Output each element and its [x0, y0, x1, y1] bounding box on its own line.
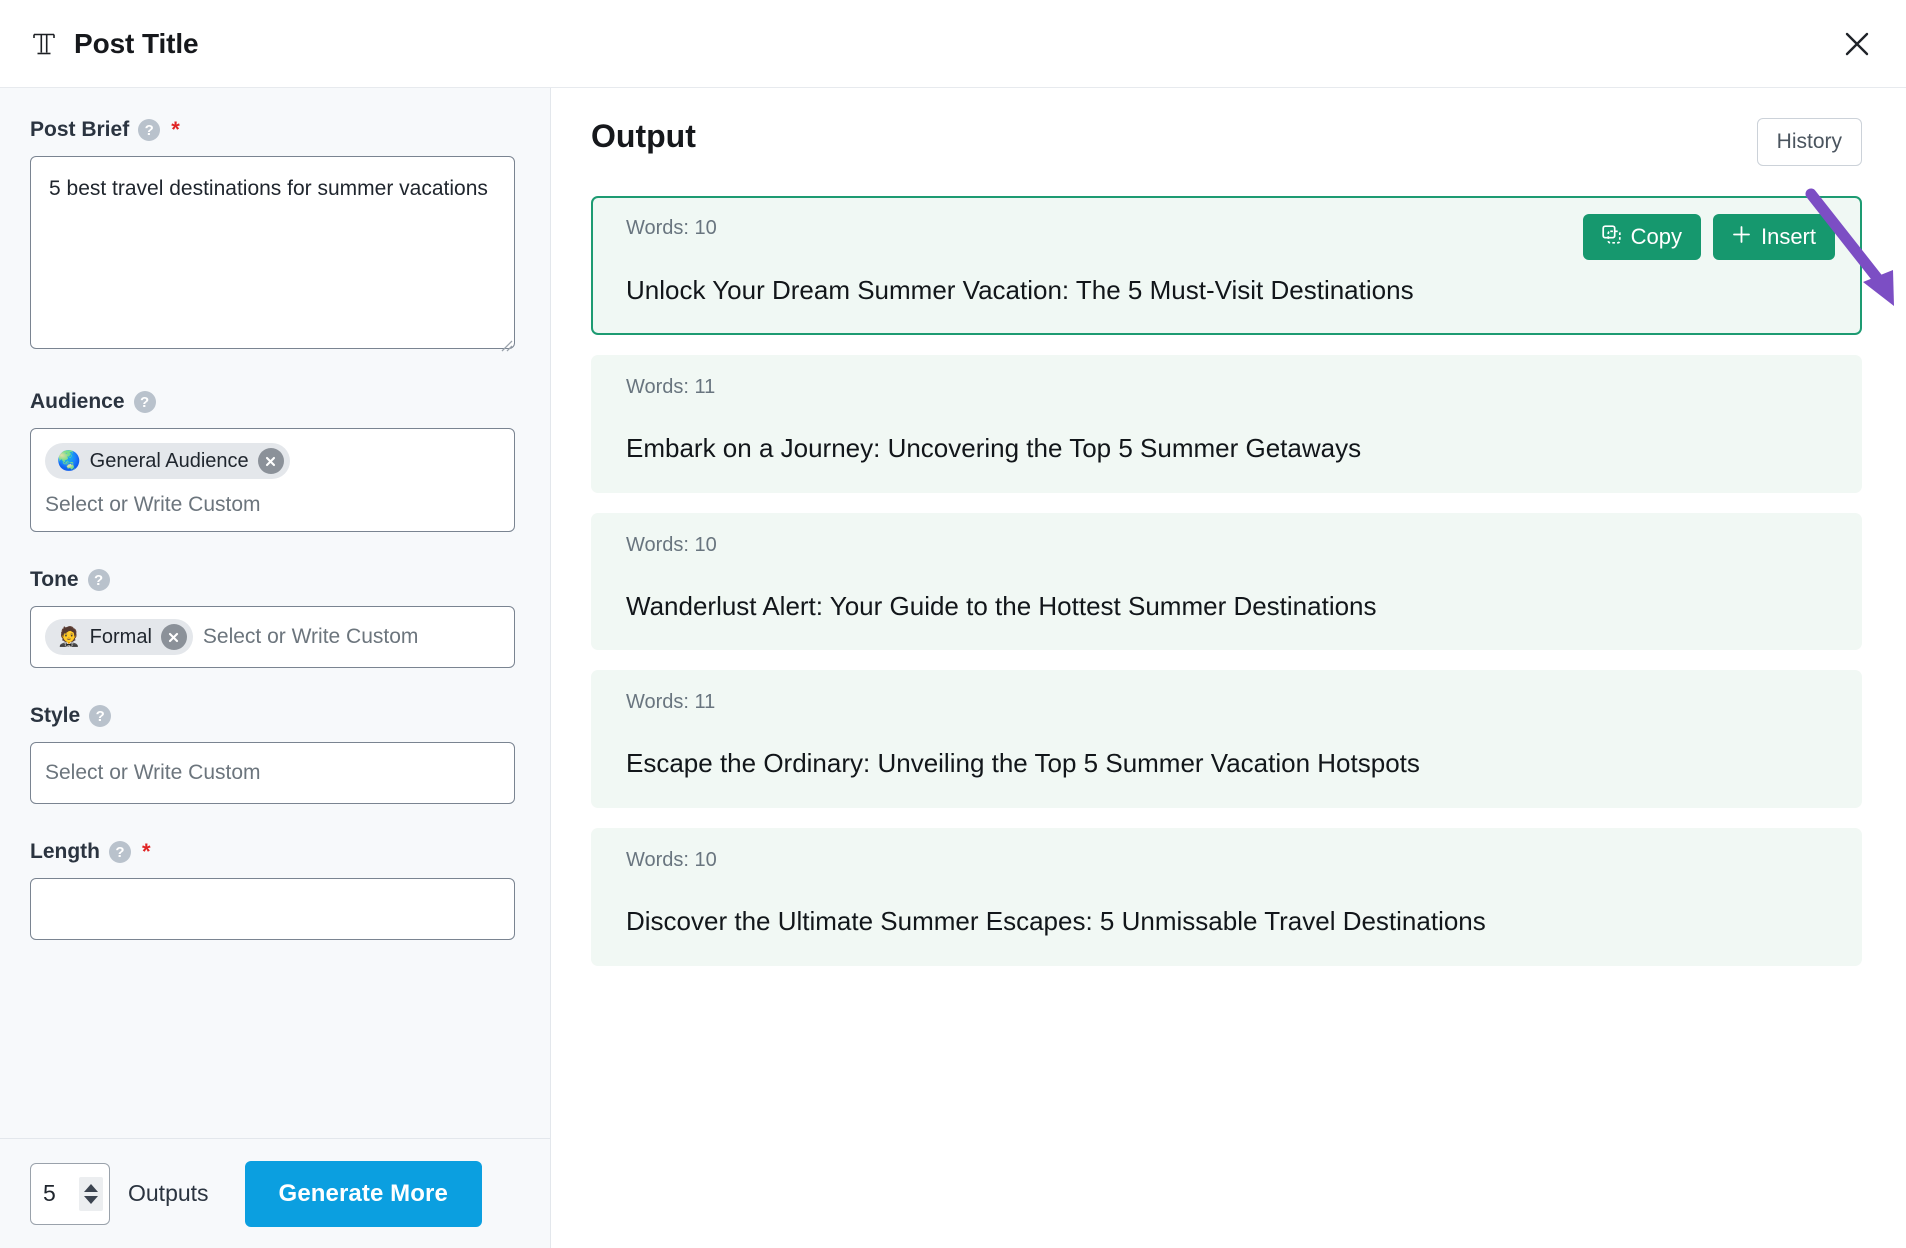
- output-card[interactable]: Words: 10 Copy Insert Unlock Your Dream …: [591, 196, 1862, 335]
- output-card[interactable]: Words: 11 Escape the Ordinary: Unveiling…: [591, 670, 1862, 809]
- word-count: Words: 11: [626, 691, 716, 714]
- stepper-arrows[interactable]: [79, 1176, 103, 1211]
- post-title-generator-modal: Post Title Post Brief ? * 5 best travel …: [0, 0, 1906, 1248]
- style-label-row: Style ?: [30, 704, 514, 728]
- generate-more-button[interactable]: Generate More: [244, 1160, 482, 1227]
- style-select[interactable]: Select or Write Custom: [30, 742, 515, 804]
- history-button[interactable]: History: [1756, 118, 1862, 166]
- person-in-tuxedo-icon: 🤵: [57, 626, 81, 648]
- globe-icon: 🌏: [57, 450, 81, 472]
- help-icon[interactable]: ?: [133, 391, 156, 413]
- style-placeholder: Select or Write Custom: [45, 761, 261, 784]
- help-icon[interactable]: ?: [108, 841, 131, 863]
- post-brief-label-row: Post Brief ? *: [30, 118, 514, 142]
- tone-chip: 🤵 Formal: [45, 619, 193, 655]
- tone-label-row: Tone ?: [30, 568, 514, 592]
- outputs-value: 5: [43, 1180, 56, 1206]
- output-card-top: Words: 10: [626, 534, 1835, 576]
- output-card-text: Wanderlust Alert: Your Guide to the Hott…: [626, 590, 1377, 621]
- settings-panel: Post Brief ? * 5 best travel destination…: [0, 88, 551, 1248]
- outputs-label: Outputs: [128, 1180, 209, 1206]
- field-style: Style ? Select or Write Custom: [30, 704, 515, 804]
- post-brief-textarea-wrap: [30, 156, 515, 354]
- required-asterisk: *: [141, 839, 151, 864]
- post-brief-input[interactable]: [30, 156, 515, 349]
- page-title: Post Title: [74, 27, 199, 59]
- output-title: Output: [591, 118, 696, 154]
- output-card-text: Discover the Ultimate Summer Escapes: 5 …: [626, 906, 1486, 937]
- tone-chip-label: Formal: [89, 625, 152, 648]
- word-count: Words: 10: [626, 849, 717, 872]
- chevron-down-icon[interactable]: [84, 1195, 98, 1204]
- help-icon[interactable]: ?: [138, 119, 161, 141]
- output-card-actions: Copy Insert: [1582, 214, 1835, 260]
- outputs-stepper[interactable]: 5: [30, 1162, 110, 1225]
- audience-select[interactable]: 🌏 General Audience Select or Write Custo…: [30, 428, 515, 532]
- close-icon[interactable]: [160, 624, 187, 650]
- style-label: Style: [30, 704, 81, 727]
- output-card[interactable]: Words: 10 Wanderlust Alert: Your Guide t…: [591, 512, 1862, 651]
- output-panel: Output History Words: 10 Copy Insert Unl…: [551, 88, 1906, 1248]
- plus-icon: [1732, 224, 1751, 250]
- tone-placeholder: Select or Write Custom: [202, 625, 419, 648]
- copy-button[interactable]: Copy: [1582, 214, 1701, 260]
- length-select[interactable]: [30, 878, 515, 940]
- word-count: Words: 10: [626, 533, 717, 556]
- output-card-top: Words: 10: [626, 849, 1835, 891]
- output-card-text: Escape the Ordinary: Unveiling the Top 5…: [626, 748, 1420, 779]
- audience-label: Audience: [30, 390, 125, 413]
- tone-select[interactable]: 🤵 Formal Select or Write Custom: [30, 606, 515, 668]
- help-icon[interactable]: ?: [87, 569, 110, 591]
- output-card[interactable]: Words: 11 Embark on a Journey: Uncoverin…: [591, 354, 1862, 493]
- help-icon[interactable]: ?: [89, 705, 112, 727]
- length-label: Length: [30, 840, 100, 863]
- copy-button-label: Copy: [1630, 224, 1682, 249]
- chevron-up-icon[interactable]: [84, 1183, 98, 1192]
- word-count: Words: 11: [626, 375, 716, 398]
- field-audience: Audience ? 🌏 General Audience Select or …: [30, 390, 515, 532]
- output-card[interactable]: Words: 10 Discover the Ultimate Summer E…: [591, 828, 1862, 966]
- output-card-text: Unlock Your Dream Summer Vacation: The 5…: [626, 275, 1414, 305]
- field-length: Length ? *: [30, 840, 515, 940]
- output-card-text: Embark on a Journey: Uncovering the Top …: [626, 432, 1362, 463]
- close-icon[interactable]: [1834, 21, 1880, 67]
- required-asterisk: *: [171, 117, 180, 142]
- text-tool-icon: [30, 28, 58, 60]
- output-header: Output History: [591, 118, 1862, 166]
- tone-label: Tone: [30, 568, 79, 591]
- modal-body: Post Brief ? * 5 best travel destination…: [0, 88, 1906, 1248]
- output-card-top: Words: 10 Copy Insert: [626, 214, 1835, 260]
- audience-label-row: Audience ?: [30, 390, 514, 414]
- copy-icon: [1601, 224, 1621, 250]
- output-card-top: Words: 11: [626, 376, 1835, 418]
- word-count: Words: 10: [626, 217, 717, 239]
- audience-chip: 🌏 General Audience: [45, 443, 290, 479]
- generate-bar: 5 Outputs Generate More: [0, 1138, 550, 1248]
- insert-button-label: Insert: [1760, 224, 1816, 249]
- length-label-row: Length ? *: [30, 840, 514, 864]
- modal-header: Post Title: [0, 0, 1906, 88]
- settings-scroll-area: Post Brief ? * 5 best travel destination…: [0, 88, 550, 1138]
- audience-placeholder: Select or Write Custom: [45, 493, 261, 516]
- audience-chip-label: General Audience: [89, 449, 249, 472]
- output-card-top: Words: 11: [626, 691, 1835, 733]
- close-icon[interactable]: [257, 448, 284, 474]
- header-title-group: Post Title: [30, 28, 199, 60]
- post-brief-label: Post Brief: [30, 118, 130, 141]
- field-tone: Tone ? 🤵 Formal Select or Write Custom: [30, 568, 515, 668]
- field-post-brief: Post Brief ? *: [30, 118, 515, 354]
- insert-button[interactable]: Insert: [1712, 214, 1835, 260]
